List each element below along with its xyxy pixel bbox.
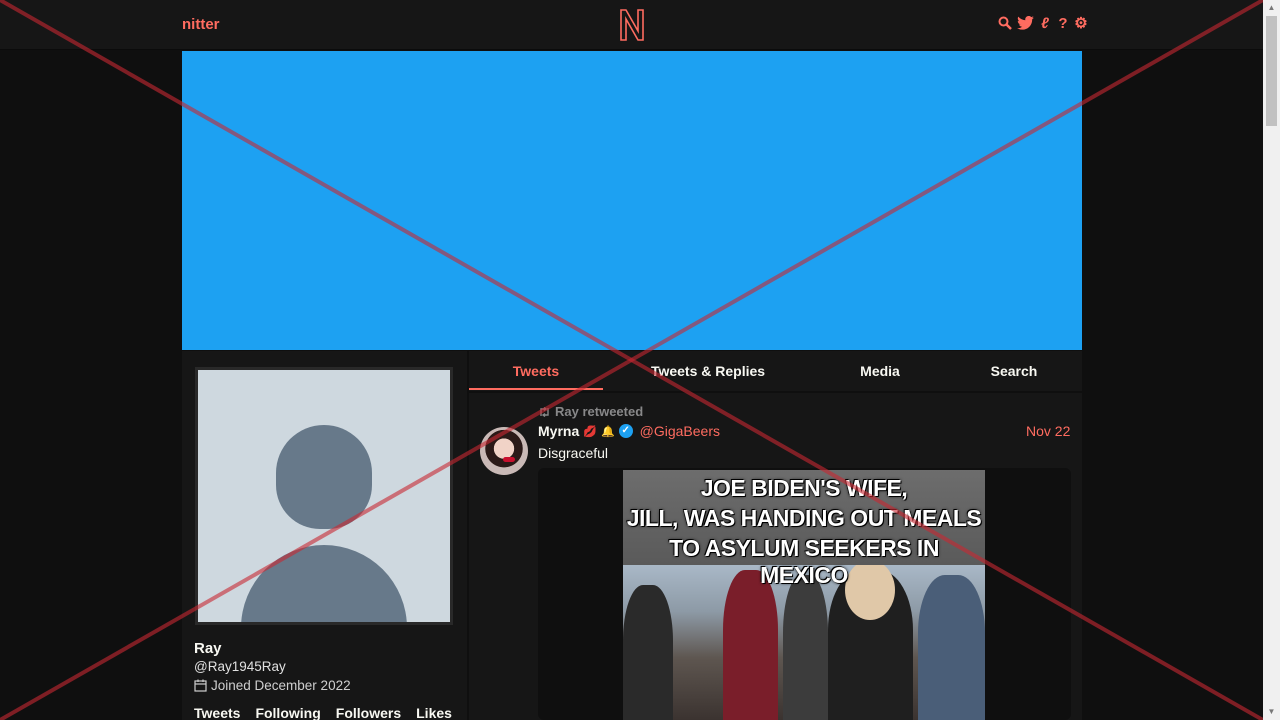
tab-search[interactable]: Search <box>974 363 1054 379</box>
stat-tweets[interactable]: Tweets <box>194 705 240 720</box>
retweet-icon <box>540 406 549 417</box>
stat-likes[interactable]: Likes <box>416 705 452 720</box>
tweet-image[interactable]: JOE BIDEN'S WIFE, JILL, WAS HANDING OUT … <box>623 470 985 720</box>
rss-icon[interactable]: ℓ <box>1038 16 1052 32</box>
tab-tweets[interactable]: Tweets <box>469 363 603 379</box>
lips-emoji-icon: 💋 <box>583 425 597 438</box>
profile-name[interactable]: Ray <box>194 640 222 657</box>
profile-avatar[interactable] <box>195 367 453 625</box>
verified-icon: ✓ <box>618 424 633 438</box>
nitter-logo-icon[interactable] <box>617 7 647 43</box>
tweet-media: JOE BIDEN'S WIFE, JILL, WAS HANDING OUT … <box>538 468 1071 720</box>
joined-date: Joined December 2022 <box>211 678 351 693</box>
stat-followers[interactable]: Followers <box>336 705 401 720</box>
meme-line-1: JOE BIDEN'S WIFE, <box>700 475 908 501</box>
meme-line-3: TO ASYLUM SEEKERS IN MEXICO <box>669 535 939 588</box>
tweet-author: Myrna 💋 🔔 ✓ @GigaBeers <box>538 423 720 439</box>
active-tab-indicator <box>469 388 603 390</box>
calendar-icon <box>194 679 207 692</box>
meme-line-2: JILL, WAS HANDING OUT MEALS <box>626 505 982 531</box>
settings-icon[interactable]: ⚙ <box>1074 16 1088 32</box>
profile-card: Ray @Ray1945Ray Joined December 2022 Twe… <box>182 351 467 720</box>
tweet-handle[interactable]: @GigaBeers <box>640 423 720 439</box>
profile-stats: Tweets Following Followers Likes <box>194 705 452 720</box>
bell-emoji-icon: 🔔 <box>600 425 615 438</box>
brand-link[interactable]: nitter <box>182 16 220 33</box>
stat-following[interactable]: Following <box>255 705 320 720</box>
page-scrollbar[interactable]: ▲ ▼ <box>1263 0 1280 720</box>
twitter-icon[interactable] <box>1016 15 1034 32</box>
tab-tweets-replies[interactable]: Tweets & Replies <box>633 363 783 379</box>
profile-banner[interactable] <box>182 51 1082 350</box>
profile-joined: Joined December 2022 <box>194 678 351 693</box>
top-navbar: nitter ℓ ? ⚙ <box>0 0 1263 50</box>
retweet-header: Ray retweeted <box>538 404 643 419</box>
search-icon[interactable] <box>998 16 1012 32</box>
profile-handle[interactable]: @Ray1945Ray <box>194 659 286 674</box>
nav-icon-group: ℓ ? ⚙ <box>998 16 1088 32</box>
tab-media[interactable]: Media <box>839 363 921 379</box>
help-icon[interactable]: ? <box>1056 16 1070 32</box>
timeline-tabs: Tweets Tweets & Replies Media Search <box>469 351 1082 391</box>
retweet-label: Ray retweeted <box>555 404 644 419</box>
scroll-thumb[interactable] <box>1266 16 1277 126</box>
tweet-fullname[interactable]: Myrna <box>538 423 579 439</box>
tweet-text: Disgraceful <box>538 445 609 461</box>
timeline: Ray retweeted Myrna 💋 🔔 ✓ @GigaBeers Nov… <box>469 393 1082 720</box>
scroll-up-icon[interactable]: ▲ <box>1263 0 1280 16</box>
scroll-down-icon[interactable]: ▼ <box>1263 704 1280 720</box>
default-avatar-icon <box>198 370 450 622</box>
tweet-author-avatar[interactable] <box>480 427 528 475</box>
tweet-date[interactable]: Nov 22 <box>1026 423 1070 439</box>
